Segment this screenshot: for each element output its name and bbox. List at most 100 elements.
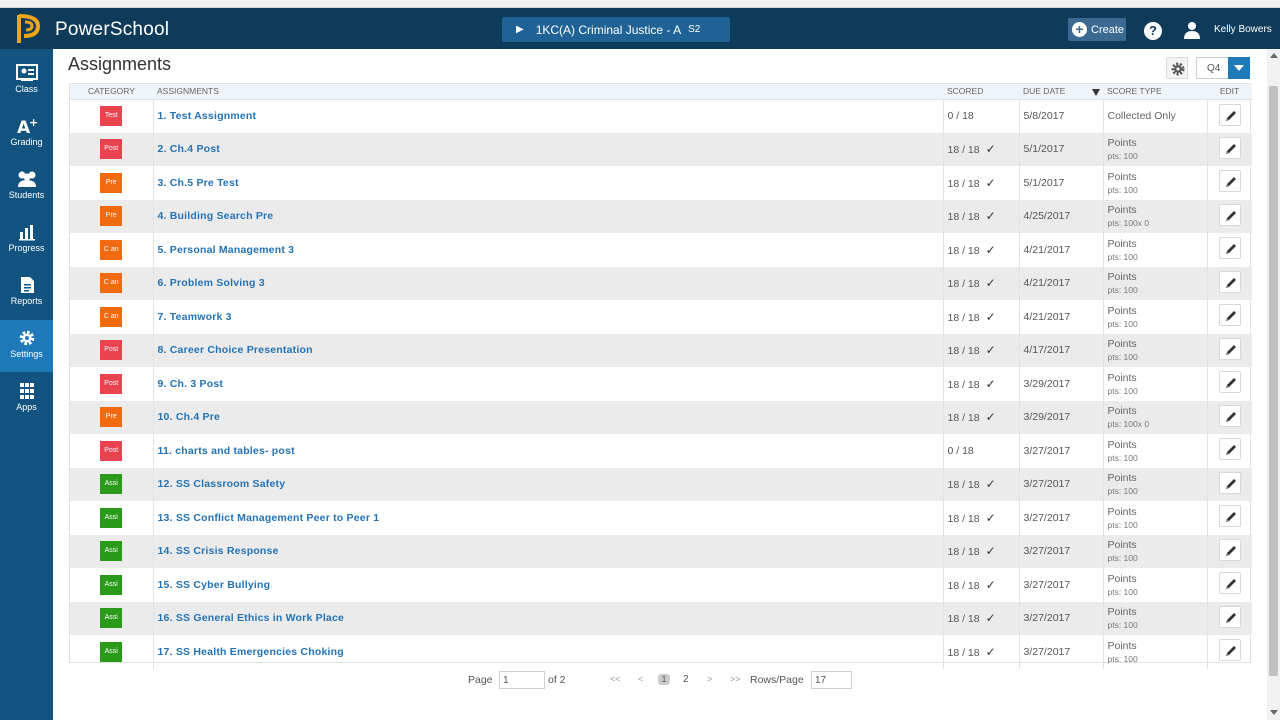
scored-value: 18 / 18 xyxy=(947,479,980,492)
scored-value: 18 / 18 xyxy=(947,311,980,324)
edit-button[interactable] xyxy=(1218,438,1241,461)
table-row[interactable]: Assi 13. SS Conflict Management Peer to … xyxy=(70,501,1252,535)
column-header-due-date[interactable]: DUE DATE xyxy=(1019,84,1103,100)
assignment-link[interactable]: 17. SS Health Emergencies Choking xyxy=(158,646,344,658)
edit-button[interactable] xyxy=(1218,337,1241,360)
assignment-cell: 2. Ch.4 Post xyxy=(153,133,943,167)
assignment-cell: 17. SS Health Emergencies Choking xyxy=(153,635,943,669)
edit-button[interactable] xyxy=(1218,371,1241,394)
assignment-link[interactable]: 12. SS Classroom Safety xyxy=(158,478,286,490)
sidebar-item-settings[interactable]: Settings xyxy=(0,320,53,372)
assignment-link[interactable]: 14. SS Crisis Response xyxy=(158,545,279,557)
pencil-icon xyxy=(1225,512,1236,523)
last-page-link[interactable]: >> xyxy=(730,674,741,684)
user-name[interactable]: Kelly Bowers xyxy=(1214,24,1272,35)
create-button[interactable]: + Create xyxy=(1068,18,1126,41)
edit-button[interactable] xyxy=(1218,471,1241,494)
table-row[interactable]: C an 7. Teamwork 3 18 / 18 ✓ 4/21/2017 Po… xyxy=(70,300,1252,334)
rows-per-page-input[interactable] xyxy=(811,671,852,689)
table-row[interactable]: C an 5. Personal Management 3 18 / 18 ✓ 4… xyxy=(70,233,1252,267)
edit-button[interactable] xyxy=(1218,103,1241,126)
assignment-link[interactable]: 5. Personal Management 3 xyxy=(158,244,295,256)
column-header-category[interactable]: CATEGORY xyxy=(70,84,153,100)
pencil-icon xyxy=(1225,244,1236,255)
table-row[interactable]: Post 2. Ch.4 Post 18 / 18 ✓ 5/1/2017 Poin… xyxy=(70,132,1252,167)
edit-button[interactable] xyxy=(1218,639,1241,662)
edit-button[interactable] xyxy=(1218,572,1241,595)
category-badge: Assi xyxy=(100,507,123,528)
sidebar-item-students[interactable]: Students xyxy=(0,161,53,213)
assignment-link[interactable]: 1. Test Assignment xyxy=(158,110,257,122)
assignment-link[interactable]: 6. Problem Solving 3 xyxy=(158,277,265,289)
table-row[interactable]: Assi 16. SS General Ethics in Work Place… xyxy=(70,601,1252,635)
sidebar-item-apps[interactable]: Apps xyxy=(0,373,53,425)
assignment-link[interactable]: 7. Teamwork 3 xyxy=(158,311,232,323)
score-type-cell: Points pts: 100 xyxy=(1102,300,1207,334)
page-number-input[interactable] xyxy=(499,671,545,689)
assignment-link[interactable]: 9. Ch. 3 Post xyxy=(158,378,224,390)
scrollbar-thumb[interactable] xyxy=(1269,86,1278,676)
table-row[interactable]: Pre 10. Ch.4 Pre 18 / 18 ✓ 3/29/2017 Poin… xyxy=(70,400,1252,434)
edit-button[interactable] xyxy=(1218,237,1241,260)
assignment-link[interactable]: 10. Ch.4 Pre xyxy=(158,411,221,423)
chevron-down-icon[interactable] xyxy=(1228,57,1250,79)
page-label: Page xyxy=(468,674,493,686)
column-header-score-type[interactable]: SCORE TYPE xyxy=(1103,84,1207,100)
assignment-link[interactable]: 3. Ch.5 Pre Test xyxy=(158,177,239,189)
edit-button[interactable] xyxy=(1218,270,1241,293)
table-row[interactable]: Post 9. Ch. 3 Post 18 / 18 ✓ 3/29/2017 Po… xyxy=(70,367,1252,401)
scroll-down-arrow-icon[interactable] xyxy=(1270,710,1278,715)
assignment-link[interactable]: 13. SS Conflict Management Peer to Peer … xyxy=(158,512,380,524)
table-row[interactable]: Assi 15. SS Cyber Bullying 18 / 18 ✓ 3/27… xyxy=(70,568,1252,602)
edit-button[interactable] xyxy=(1218,136,1241,159)
scored-cell: 18 / 18 ✓ xyxy=(942,300,1019,334)
assignment-link[interactable]: 16. SS General Ethics in Work Place xyxy=(158,612,345,624)
class-selector-button[interactable]: ▶ 1KC(A) Criminal Justice - A S2 xyxy=(502,17,730,42)
table-row[interactable]: Test 1. Test Assignment 0 / 18 5/8/2017 … xyxy=(70,99,1252,133)
scroll-up-arrow-icon[interactable] xyxy=(1270,53,1278,58)
table-row[interactable]: Post 11. charts and tables- post 0 / 18 … xyxy=(70,434,1252,468)
assignment-link[interactable]: 15. SS Cyber Bullying xyxy=(158,579,271,591)
table-row[interactable]: Assi 14. SS Crisis Response 18 / 18 ✓ 3/2… xyxy=(70,534,1252,568)
table-row[interactable]: Pre 3. Ch.5 Pre Test 18 / 18 ✓ 5/1/2017 P… xyxy=(70,166,1252,200)
first-page-link[interactable]: << xyxy=(610,674,621,684)
sidebar-item-class[interactable]: Class xyxy=(0,55,53,107)
edit-button[interactable] xyxy=(1218,538,1241,561)
sidebar-item-reports[interactable]: Reports xyxy=(0,267,53,319)
table-settings-button[interactable] xyxy=(1166,57,1188,79)
table-row[interactable]: Post 8. Career Choice Presentation 18 / … xyxy=(70,333,1252,367)
column-header-assignments[interactable]: ASSIGNMENTS xyxy=(153,84,943,100)
table-row[interactable]: Pre 4. Building Search Pre 18 / 18 ✓ 4/25… xyxy=(70,199,1252,233)
next-page-link[interactable]: > xyxy=(707,674,712,684)
sidebar-item-progress[interactable]: Progress xyxy=(0,214,53,266)
term-filter-select[interactable]: Q4 xyxy=(1196,57,1250,79)
assignment-link[interactable]: 11. charts and tables- post xyxy=(158,445,295,457)
assignment-cell: 11. charts and tables- post xyxy=(153,434,943,468)
edit-button[interactable] xyxy=(1218,605,1241,628)
help-icon[interactable]: ? xyxy=(1144,22,1162,40)
sidebar-item-grading[interactable]: A + Grading xyxy=(0,108,53,160)
edit-button[interactable] xyxy=(1218,203,1241,226)
edit-button[interactable] xyxy=(1218,505,1241,528)
checkmark-icon: ✓ xyxy=(985,309,996,324)
brand-name[interactable]: PowerSchool xyxy=(55,19,169,41)
table-row[interactable]: Assi 12. SS Classroom Safety 18 / 18 ✓ 3/… xyxy=(70,467,1252,501)
edit-button[interactable] xyxy=(1218,170,1241,193)
sort-descending-icon[interactable] xyxy=(1091,88,1100,96)
table-row[interactable]: Assi 17. SS Health Emergencies Choking 1… xyxy=(70,635,1252,669)
edit-button[interactable] xyxy=(1218,304,1241,327)
points-value: pts: 100 xyxy=(1107,452,1138,463)
assignment-link[interactable]: 2. Ch.4 Post xyxy=(158,143,221,155)
due-date-cell: 4/21/2017 xyxy=(1018,233,1103,267)
checkmark-icon: ✓ xyxy=(985,175,996,190)
page-2-link[interactable]: 2 xyxy=(683,674,689,685)
assignment-link[interactable]: 8. Career Choice Presentation xyxy=(158,344,313,356)
user-icon[interactable] xyxy=(1184,21,1200,39)
assignment-link[interactable]: 4. Building Search Pre xyxy=(158,210,274,222)
table-header-row: CATEGORY ASSIGNMENTS SCORED DUE DATE SCO… xyxy=(70,84,1252,100)
column-header-scored[interactable]: SCORED xyxy=(943,84,1019,100)
table-row[interactable]: C an 6. Problem Solving 3 18 / 18 ✓ 4/21/… xyxy=(70,266,1252,300)
previous-page-link[interactable]: < xyxy=(638,674,643,684)
points-value: pts: 100 xyxy=(1107,519,1138,530)
edit-button[interactable] xyxy=(1218,404,1241,427)
